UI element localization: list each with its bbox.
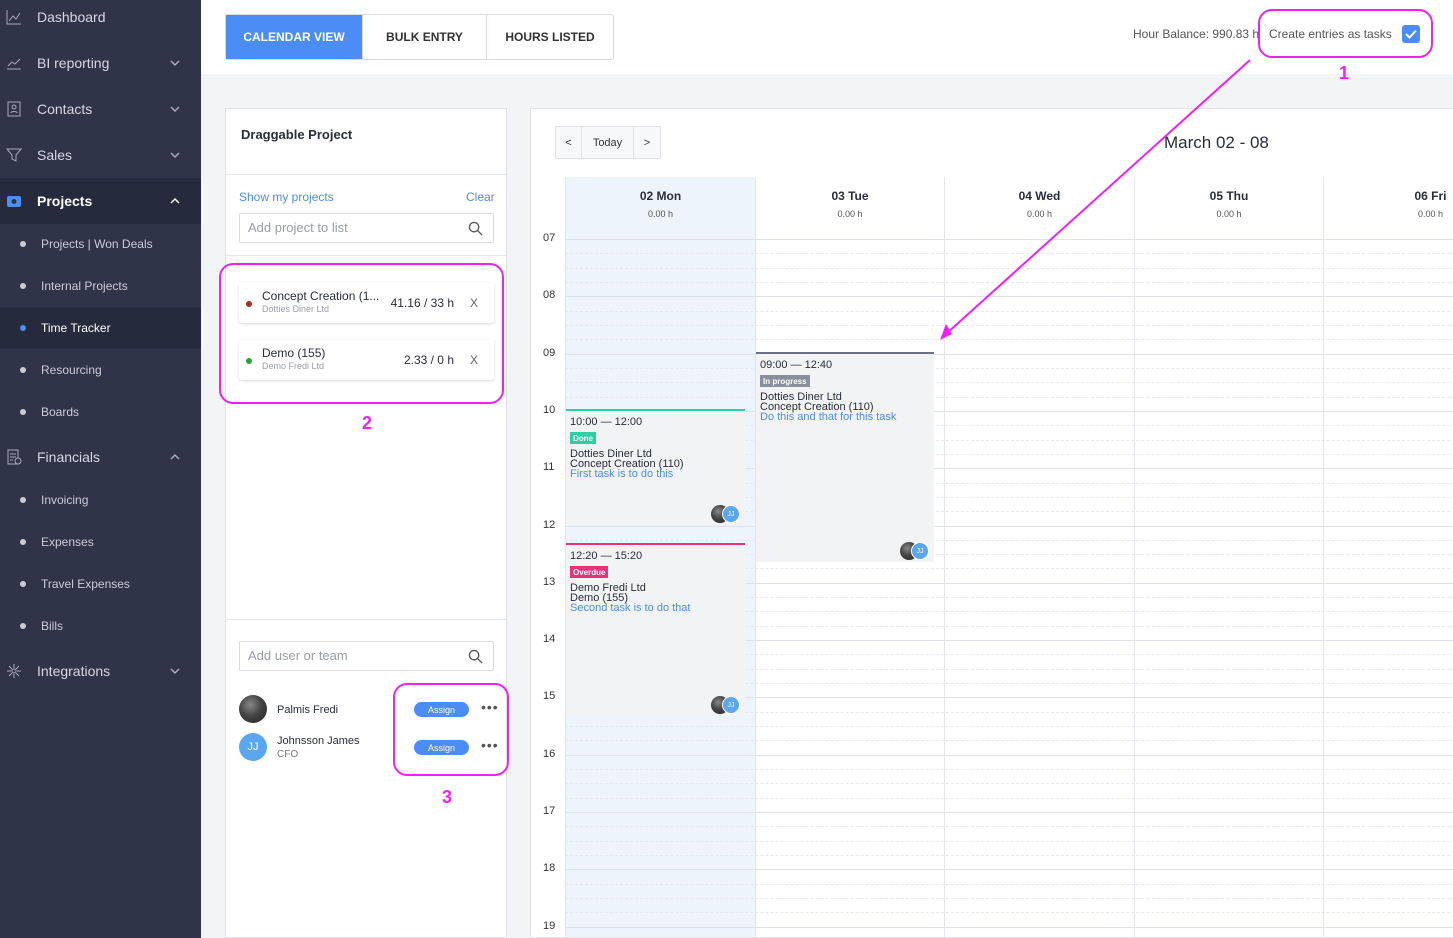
annotation-arrow bbox=[940, 59, 1251, 340]
